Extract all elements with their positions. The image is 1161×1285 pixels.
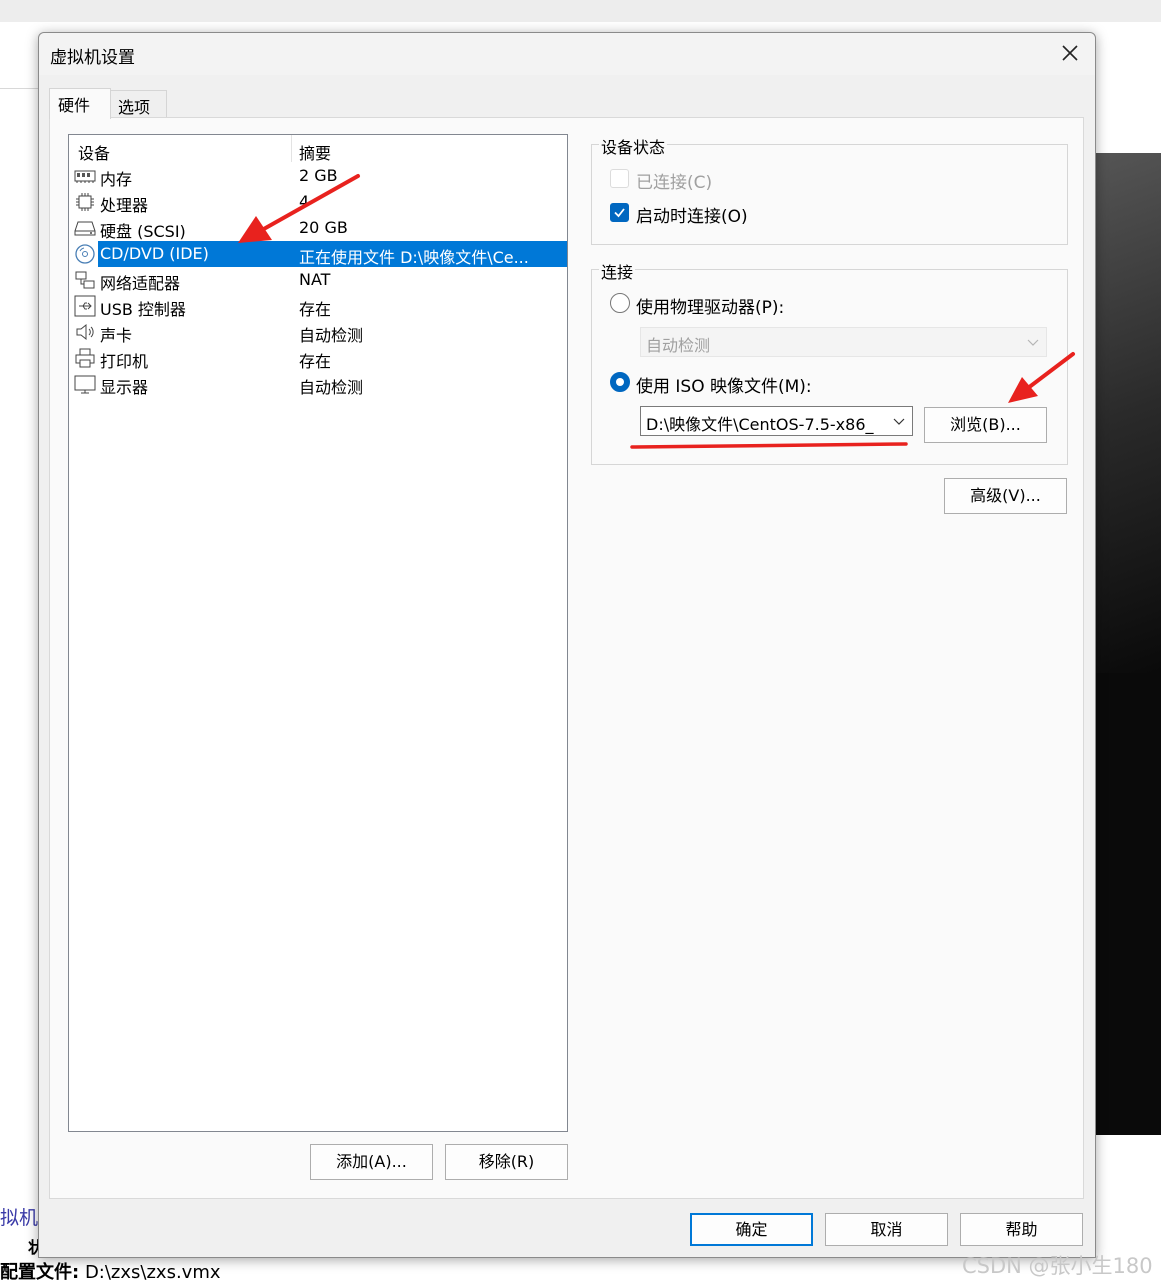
background-divider <box>0 88 40 89</box>
vm-settings-dialog: 虚拟机设置 硬件 选项 设备 摘要 内存 2 GB 处理器 4 硬盘 (SCSI… <box>38 32 1096 1258</box>
connect-at-power-on-checkbox[interactable] <box>610 203 629 222</box>
device-row-hard-disk[interactable]: 硬盘 (SCSI) 20 GB <box>69 215 567 241</box>
cd-dvd-icon <box>74 243 96 265</box>
physical-drive-label: 使用物理驱动器(P): <box>636 298 785 318</box>
device-name: 打印机 <box>100 352 149 371</box>
device-summary: 存在 <box>299 300 332 319</box>
sound-icon <box>74 321 96 343</box>
device-summary: 4 <box>299 192 310 211</box>
device-name: 硬盘 (SCSI) <box>100 222 186 241</box>
device-summary: 20 GB <box>299 218 348 237</box>
background-top-bar <box>0 0 1161 22</box>
device-name: CD/DVD (IDE) <box>100 244 209 263</box>
network-adapter-icon <box>74 269 96 291</box>
device-name: USB 控制器 <box>100 300 186 319</box>
iso-path-combobox[interactable]: D:\映像文件\CentOS-7.5-x86_ <box>640 406 913 436</box>
connect-at-power-on-label: 启动时连接(O) <box>636 207 748 227</box>
dialog-title: 虚拟机设置 <box>50 48 135 68</box>
device-summary: 自动检测 <box>299 326 364 345</box>
physical-drive-select[interactable]: 自动检测 <box>640 327 1047 357</box>
ok-button[interactable]: 确定 <box>690 1213 813 1246</box>
device-name: 显示器 <box>100 378 149 397</box>
checkmark-icon <box>614 208 625 218</box>
device-list[interactable]: 设备 摘要 内存 2 GB 处理器 4 硬盘 (SCSI) 20 GB CD/D… <box>68 134 568 1132</box>
close-icon <box>1062 45 1078 61</box>
device-row-sound-card[interactable]: 声卡 自动检测 <box>69 319 567 345</box>
device-row-cd-dvd[interactable]: CD/DVD (IDE) 正在使用文件 D:\映像文件\Ce... <box>69 241 567 267</box>
background-config-line: 配置文件: D:\zxs\zxs.vmx <box>0 1258 221 1284</box>
column-header-device[interactable]: 设备 <box>78 140 110 164</box>
physical-drive-value: 自动检测 <box>646 336 711 355</box>
usb-icon <box>74 295 96 317</box>
column-header-summary[interactable]: 摘要 <box>299 140 331 164</box>
device-status-group <box>591 144 1068 245</box>
device-name: 声卡 <box>100 326 133 345</box>
config-file-value: D:\zxs\zxs.vmx <box>84 1262 221 1283</box>
dialog-titlebar: 虚拟机设置 <box>39 33 1095 75</box>
device-summary: NAT <box>299 270 331 289</box>
background-vm-link[interactable]: 拟机 <box>0 1203 38 1230</box>
device-list-header: 设备 摘要 <box>69 135 567 163</box>
device-row-printer[interactable]: 打印机 存在 <box>69 345 567 371</box>
cancel-button[interactable]: 取消 <box>825 1213 948 1246</box>
add-device-button[interactable]: 添加(A)... <box>310 1144 433 1180</box>
device-status-title: 设备状态 <box>599 134 668 158</box>
tab-options[interactable]: 选项 <box>109 90 167 117</box>
device-row-network-adapter[interactable]: 网络适配器 NAT <box>69 267 567 293</box>
device-row-display[interactable]: 显示器 自动检测 <box>69 371 567 397</box>
device-summary: 正在使用文件 D:\映像文件\Ce... <box>299 248 529 267</box>
processor-icon <box>74 191 96 213</box>
device-name: 网络适配器 <box>100 274 181 293</box>
tab-hardware[interactable]: 硬件 <box>49 88 111 119</box>
connection-title: 连接 <box>599 259 636 283</box>
help-button[interactable]: 帮助 <box>960 1213 1083 1246</box>
remove-device-button[interactable]: 移除(R) <box>445 1144 568 1180</box>
device-row-memory[interactable]: 内存 2 GB <box>69 163 567 189</box>
background-vm-screen <box>1096 153 1161 1135</box>
device-summary: 2 GB <box>299 166 338 185</box>
hard-disk-icon <box>74 217 96 239</box>
config-file-label: 配置文件: <box>0 1262 80 1283</box>
hardware-tab-panel: 设备 摘要 内存 2 GB 处理器 4 硬盘 (SCSI) 20 GB CD/D… <box>49 117 1084 1199</box>
memory-icon <box>74 165 96 187</box>
device-name: 内存 <box>100 170 133 189</box>
display-icon <box>74 373 96 395</box>
iso-path-value: D:\映像文件\CentOS-7.5-x86_ <box>646 415 874 434</box>
device-row-usb[interactable]: USB 控制器 存在 <box>69 293 567 319</box>
device-summary: 存在 <box>299 352 332 371</box>
iso-image-radio[interactable] <box>610 372 630 392</box>
chevron-down-icon <box>1027 339 1039 346</box>
chevron-down-icon <box>893 418 905 425</box>
device-name: 处理器 <box>100 196 149 215</box>
watermark: CSDN @张小生180 <box>962 1254 1153 1278</box>
physical-drive-radio[interactable] <box>610 293 630 313</box>
iso-image-label: 使用 ISO 映像文件(M): <box>636 377 812 397</box>
printer-icon <box>74 347 96 369</box>
device-summary: 自动检测 <box>299 378 364 397</box>
browse-button[interactable]: 浏览(B)... <box>924 407 1047 443</box>
device-row-processor[interactable]: 处理器 4 <box>69 189 567 215</box>
close-button[interactable] <box>1055 40 1085 68</box>
advanced-button[interactable]: 高级(V)... <box>944 478 1067 514</box>
column-separator[interactable] <box>291 135 292 162</box>
connected-label: 已连接(C) <box>636 173 713 193</box>
connected-checkbox[interactable] <box>610 169 629 188</box>
